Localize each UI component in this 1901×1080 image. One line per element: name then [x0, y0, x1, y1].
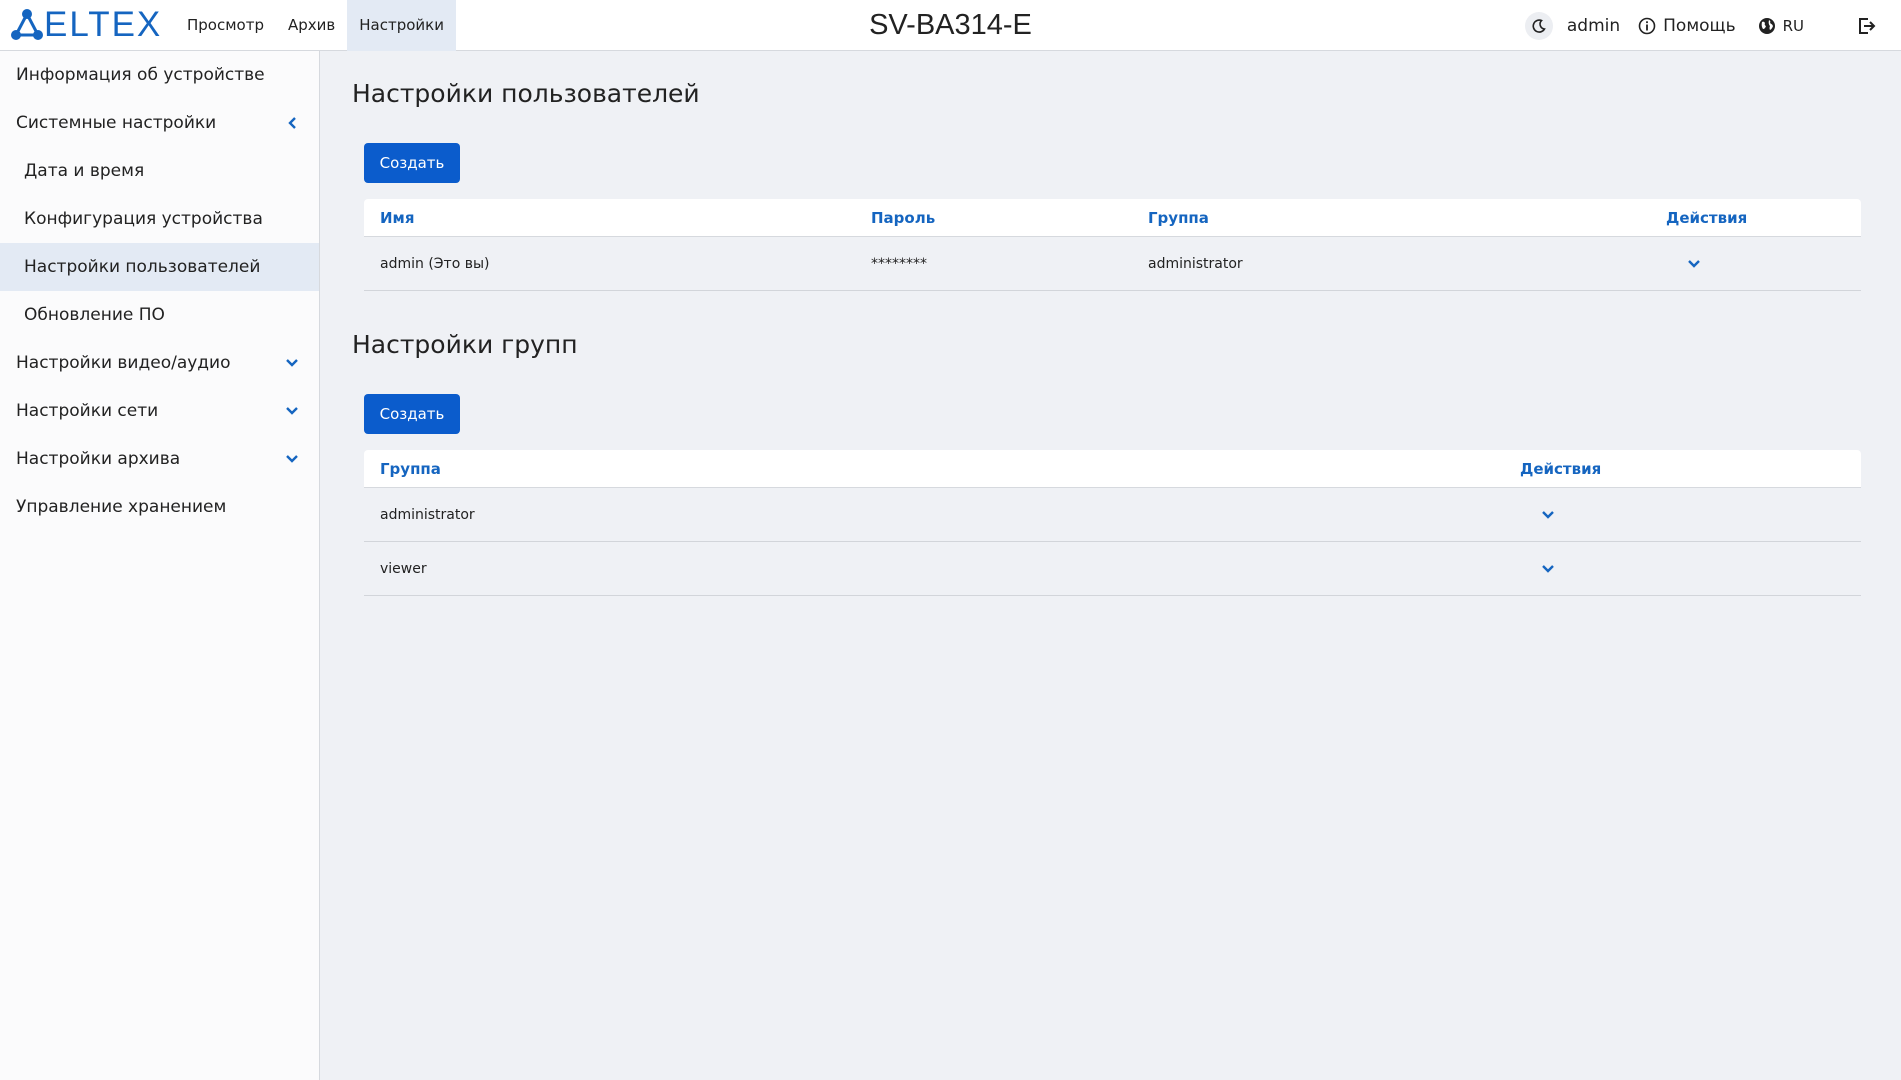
nav-view[interactable]: Просмотр — [175, 0, 276, 51]
sidebar-item-label: Настройки пользователей — [24, 257, 261, 277]
chevron-down-icon — [1542, 511, 1554, 519]
chevron-left-icon — [288, 117, 296, 129]
create-group-button[interactable]: Создать — [364, 394, 460, 434]
column-actions: Действия — [1666, 209, 1748, 227]
column-group[interactable]: Группа — [1148, 199, 1209, 237]
sidebar-item-label: Дата и время — [24, 161, 145, 181]
header-actions: admin Помощь RU — [1524, 0, 1901, 51]
theme-toggle-button[interactable] — [1524, 11, 1553, 40]
users-table-header: Имя Пароль Группа Действия — [364, 199, 1861, 237]
column-actions: Действия — [1520, 460, 1602, 478]
logo-mark-icon — [11, 9, 43, 40]
sidebar-item-archive[interactable]: Настройки архива — [0, 435, 319, 483]
groups-section-title: Настройки групп — [352, 330, 578, 359]
chevron-down-icon — [286, 407, 298, 415]
logout-button[interactable] — [1856, 16, 1876, 36]
sidebar-item-firmware-update[interactable]: Обновление ПО — [0, 291, 319, 339]
sidebar-item-device-config[interactable]: Конфигурация устройства — [0, 195, 319, 243]
sidebar-item-label: Управление хранением — [16, 497, 227, 517]
sidebar-item-video-audio[interactable]: Настройки видео/аудио — [0, 339, 319, 387]
current-user[interactable]: admin — [1567, 16, 1620, 36]
group-actions-toggle[interactable] — [1540, 542, 1556, 596]
language-selector[interactable]: RU — [1758, 17, 1804, 35]
nav-archive[interactable]: Архив — [276, 0, 347, 51]
main-nav: Просмотр Архив Настройки — [175, 0, 456, 51]
sidebar-item-label: Настройки видео/аудио — [16, 353, 231, 373]
moon-icon — [1532, 18, 1546, 33]
language-label: RU — [1782, 16, 1804, 35]
users-section-title: Настройки пользователей — [352, 79, 700, 108]
chevron-down-icon — [1542, 565, 1554, 573]
eltex-logo[interactable]: ELTEX — [0, 0, 175, 51]
sidebar-item-label: Информация об устройстве — [16, 65, 265, 85]
group-name-cell: administrator — [380, 507, 475, 523]
sidebar-item-label: Обновление ПО — [24, 305, 165, 325]
sidebar-item-date-time[interactable]: Дата и время — [0, 147, 319, 195]
sidebar-item-system-settings[interactable]: Системные настройки — [0, 99, 319, 147]
nav-settings[interactable]: Настройки — [347, 0, 456, 51]
sidebar-item-label: Настройки сети — [16, 401, 159, 421]
column-password[interactable]: Пароль — [871, 199, 935, 237]
create-user-button[interactable]: Создать — [364, 143, 460, 183]
chevron-down-icon — [286, 359, 298, 367]
column-group[interactable]: Группа — [380, 450, 441, 488]
user-password-cell: ******** — [871, 256, 927, 272]
sidebar-item-device-info[interactable]: Информация об устройстве — [0, 51, 319, 99]
chevron-down-icon — [1688, 260, 1700, 268]
group-actions-toggle[interactable] — [1540, 488, 1556, 542]
sidebar: Информация об устройстве Системные настр… — [0, 51, 320, 1080]
logo-text: ELTEX — [44, 5, 163, 44]
group-name-cell: viewer — [380, 561, 427, 577]
chevron-down-icon — [286, 455, 298, 463]
sidebar-item-label: Конфигурация устройства — [24, 209, 263, 229]
top-header: ELTEX Просмотр Архив Настройки SV-BA314-… — [0, 0, 1901, 51]
logout-icon — [1859, 17, 1876, 34]
table-row[interactable]: administrator — [364, 488, 1861, 542]
sidebar-item-storage[interactable]: Управление хранением — [0, 483, 319, 531]
groups-table-header: Группа Действия — [364, 450, 1861, 488]
users-table: Имя Пароль Группа Действия admin (Это вы… — [364, 199, 1861, 291]
user-name-cell: admin (Это вы) — [380, 256, 490, 272]
user-actions-toggle[interactable] — [1686, 237, 1702, 291]
sidebar-item-user-settings[interactable]: Настройки пользователей — [0, 243, 319, 291]
globe-icon — [1758, 17, 1775, 34]
info-icon — [1638, 17, 1656, 34]
sidebar-item-label: Настройки архива — [16, 449, 181, 469]
sidebar-item-network[interactable]: Настройки сети — [0, 387, 319, 435]
table-row[interactable]: viewer — [364, 542, 1861, 596]
groups-table: Группа Действия administrator viewer — [364, 450, 1861, 596]
table-row[interactable]: admin (Это вы) ******** administrator — [364, 237, 1861, 291]
sidebar-item-label: Системные настройки — [16, 113, 217, 133]
user-group-cell: administrator — [1148, 256, 1243, 272]
column-name[interactable]: Имя — [380, 199, 414, 237]
help-label: Помощь — [1663, 15, 1736, 36]
help-link[interactable]: Помощь — [1638, 15, 1736, 36]
